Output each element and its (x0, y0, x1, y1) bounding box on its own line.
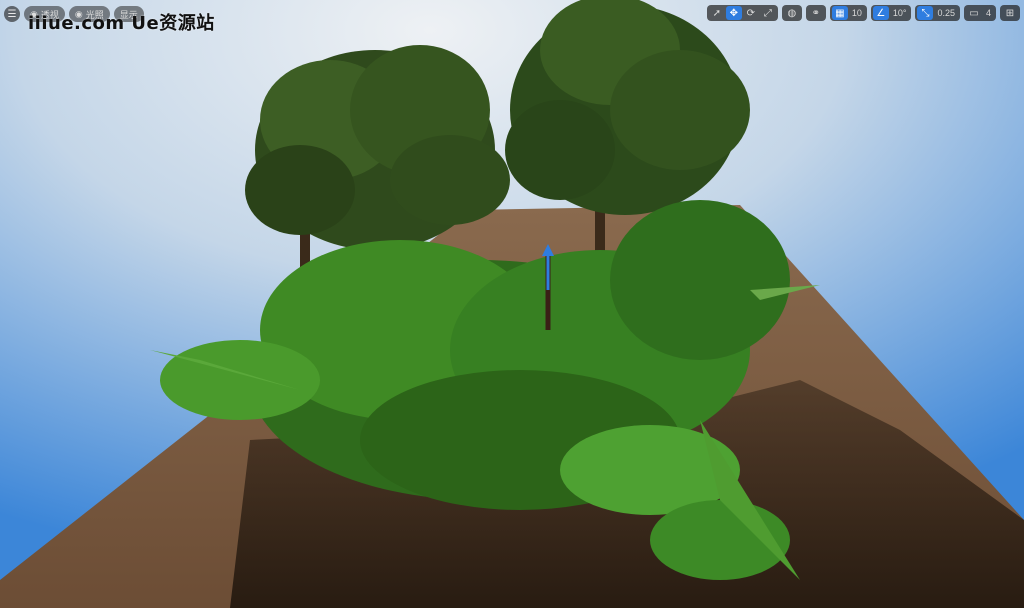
grid-snap-icon[interactable]: ▦ (831, 6, 848, 20)
rotation-snap-value[interactable]: 10° (890, 8, 910, 18)
camera-speed-group: ▭ 4 (963, 5, 996, 21)
surface-snap-group: ⚭ (805, 5, 826, 21)
move-icon[interactable]: ✥ (725, 6, 742, 20)
rotate-icon[interactable]: ⟳ (743, 6, 759, 20)
scene-render (0, 0, 1024, 608)
scale-snap-icon[interactable]: ⤡ (917, 6, 934, 20)
viewport-layout-icon[interactable]: ⊞ (1002, 6, 1018, 20)
transform-mode-group: ➚ ✥ ⟳ ⤢ (706, 5, 778, 21)
coordinate-space-group: ◍ (781, 5, 802, 21)
grid-snap-value[interactable]: 10 (849, 8, 865, 18)
rotation-snap-group: ∠ 10° (870, 5, 912, 21)
layout-group: ⊞ (1000, 5, 1020, 21)
camera-icon[interactable]: ▭ (966, 6, 982, 20)
watermark-text: iiiue.com Ue资源站 (28, 13, 215, 34)
globe-icon[interactable]: ◍ (784, 6, 800, 20)
scale-snap-group: ⤡ 0.25 (915, 5, 960, 21)
snap-icon[interactable]: ⚭ (808, 6, 824, 20)
scale-snap-value[interactable]: 0.25 (934, 8, 958, 18)
cursor-icon[interactable]: ➚ (709, 6, 725, 20)
camera-speed-value[interactable]: 4 (983, 8, 994, 18)
angle-icon[interactable]: ∠ (872, 6, 889, 20)
level-viewport[interactable]: ☰ ◉ 透视 ◉ 光照 显示 iiiue.com Ue资源站 ➚ ✥ ⟳ ⤢ ◍… (0, 0, 1024, 608)
hamburger-icon[interactable]: ☰ (4, 6, 20, 22)
scale-icon[interactable]: ⤢ (760, 6, 776, 20)
transform-toolbar: ➚ ✥ ⟳ ⤢ ◍ ⚭ ▦ 10 ∠ 10° ⤡ 0.25 ▭ 4 ⊞ (706, 5, 1020, 21)
grid-snap-group: ▦ 10 (829, 5, 867, 21)
